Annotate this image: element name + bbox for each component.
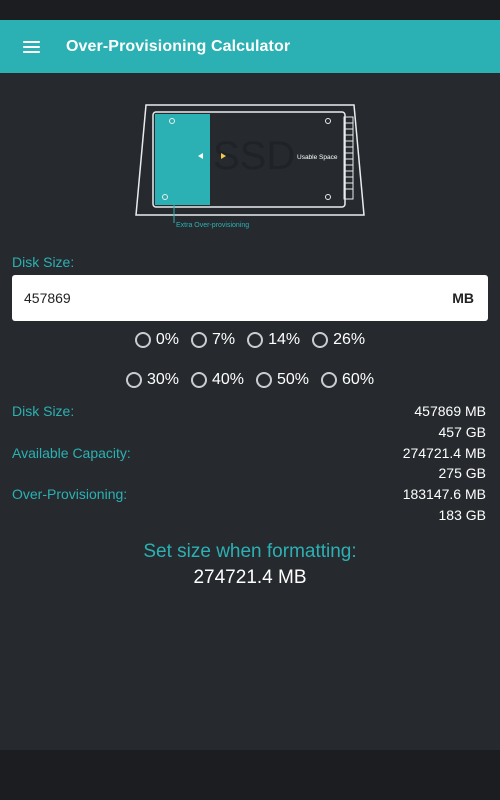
radio-40-percent[interactable]: 40% (190, 371, 244, 389)
main-content: SSD Usable Space Extra Over-provisioning… (0, 73, 500, 750)
radio-7-percent[interactable]: 7% (190, 331, 235, 349)
unit-suffix: MB (452, 290, 474, 306)
overprovisioning-area (155, 114, 210, 205)
result-available-label: Available Capacity: (12, 445, 131, 461)
result-disk-size-gb: 457 GB (438, 424, 486, 440)
radio-60-percent[interactable]: 60% (321, 371, 374, 389)
radio-50-percent[interactable]: 50% (256, 371, 309, 389)
radio-0-percent[interactable]: 0% (134, 331, 179, 349)
result-op-gb: 183 GB (438, 507, 486, 523)
app-bar: Over-Provisioning Calculator (0, 20, 500, 73)
result-disk-size-mb: 457869 MB (414, 403, 486, 419)
format-size-value: 274721.4 MB (193, 567, 307, 588)
percent-options-row-2: 30% 40% 50% 60% (0, 371, 500, 389)
usable-space-label: Usable Space (297, 154, 338, 161)
status-bar (0, 0, 500, 20)
radio-26-percent[interactable]: 26% (312, 331, 365, 349)
disk-size-label: Disk Size: (12, 254, 75, 270)
radio-unchecked-icon (256, 372, 272, 388)
hamburger-menu-icon (22, 40, 40, 53)
radio-unchecked-icon (134, 332, 151, 348)
radio-unchecked-icon (321, 372, 338, 388)
disk-size-input[interactable] (12, 275, 453, 321)
format-size-label: Set size when formatting: (143, 541, 357, 562)
result-disk-size-label: Disk Size: (12, 403, 75, 419)
navigation-bar (0, 750, 500, 800)
result-available-gb: 275 GB (438, 465, 486, 481)
radio-unchecked-icon (190, 332, 207, 348)
result-op-label: Over-Provisioning: (12, 486, 128, 502)
radio-unchecked-icon (190, 372, 207, 388)
radio-unchecked-icon (125, 372, 142, 388)
result-op-mb: 183147.6 MB (402, 486, 486, 502)
radio-unchecked-icon (247, 332, 264, 348)
menu-button[interactable] (0, 20, 62, 73)
radio-unchecked-icon (312, 332, 329, 348)
app-title: Over-Provisioning Calculator (66, 37, 291, 55)
radio-14-percent[interactable]: 14% (247, 331, 300, 349)
extra-overprovisioning-label: Extra Over-provisioning (176, 222, 249, 229)
radio-30-percent[interactable]: 30% (125, 371, 179, 389)
result-available-mb: 274721.4 MB (402, 445, 486, 461)
percent-options-row-1: 0% 7% 14% 26% (0, 331, 500, 349)
disk-size-field[interactable]: MB (12, 275, 488, 321)
ssd-diagram: SSD Usable Space Extra Over-provisioning (135, 104, 365, 229)
